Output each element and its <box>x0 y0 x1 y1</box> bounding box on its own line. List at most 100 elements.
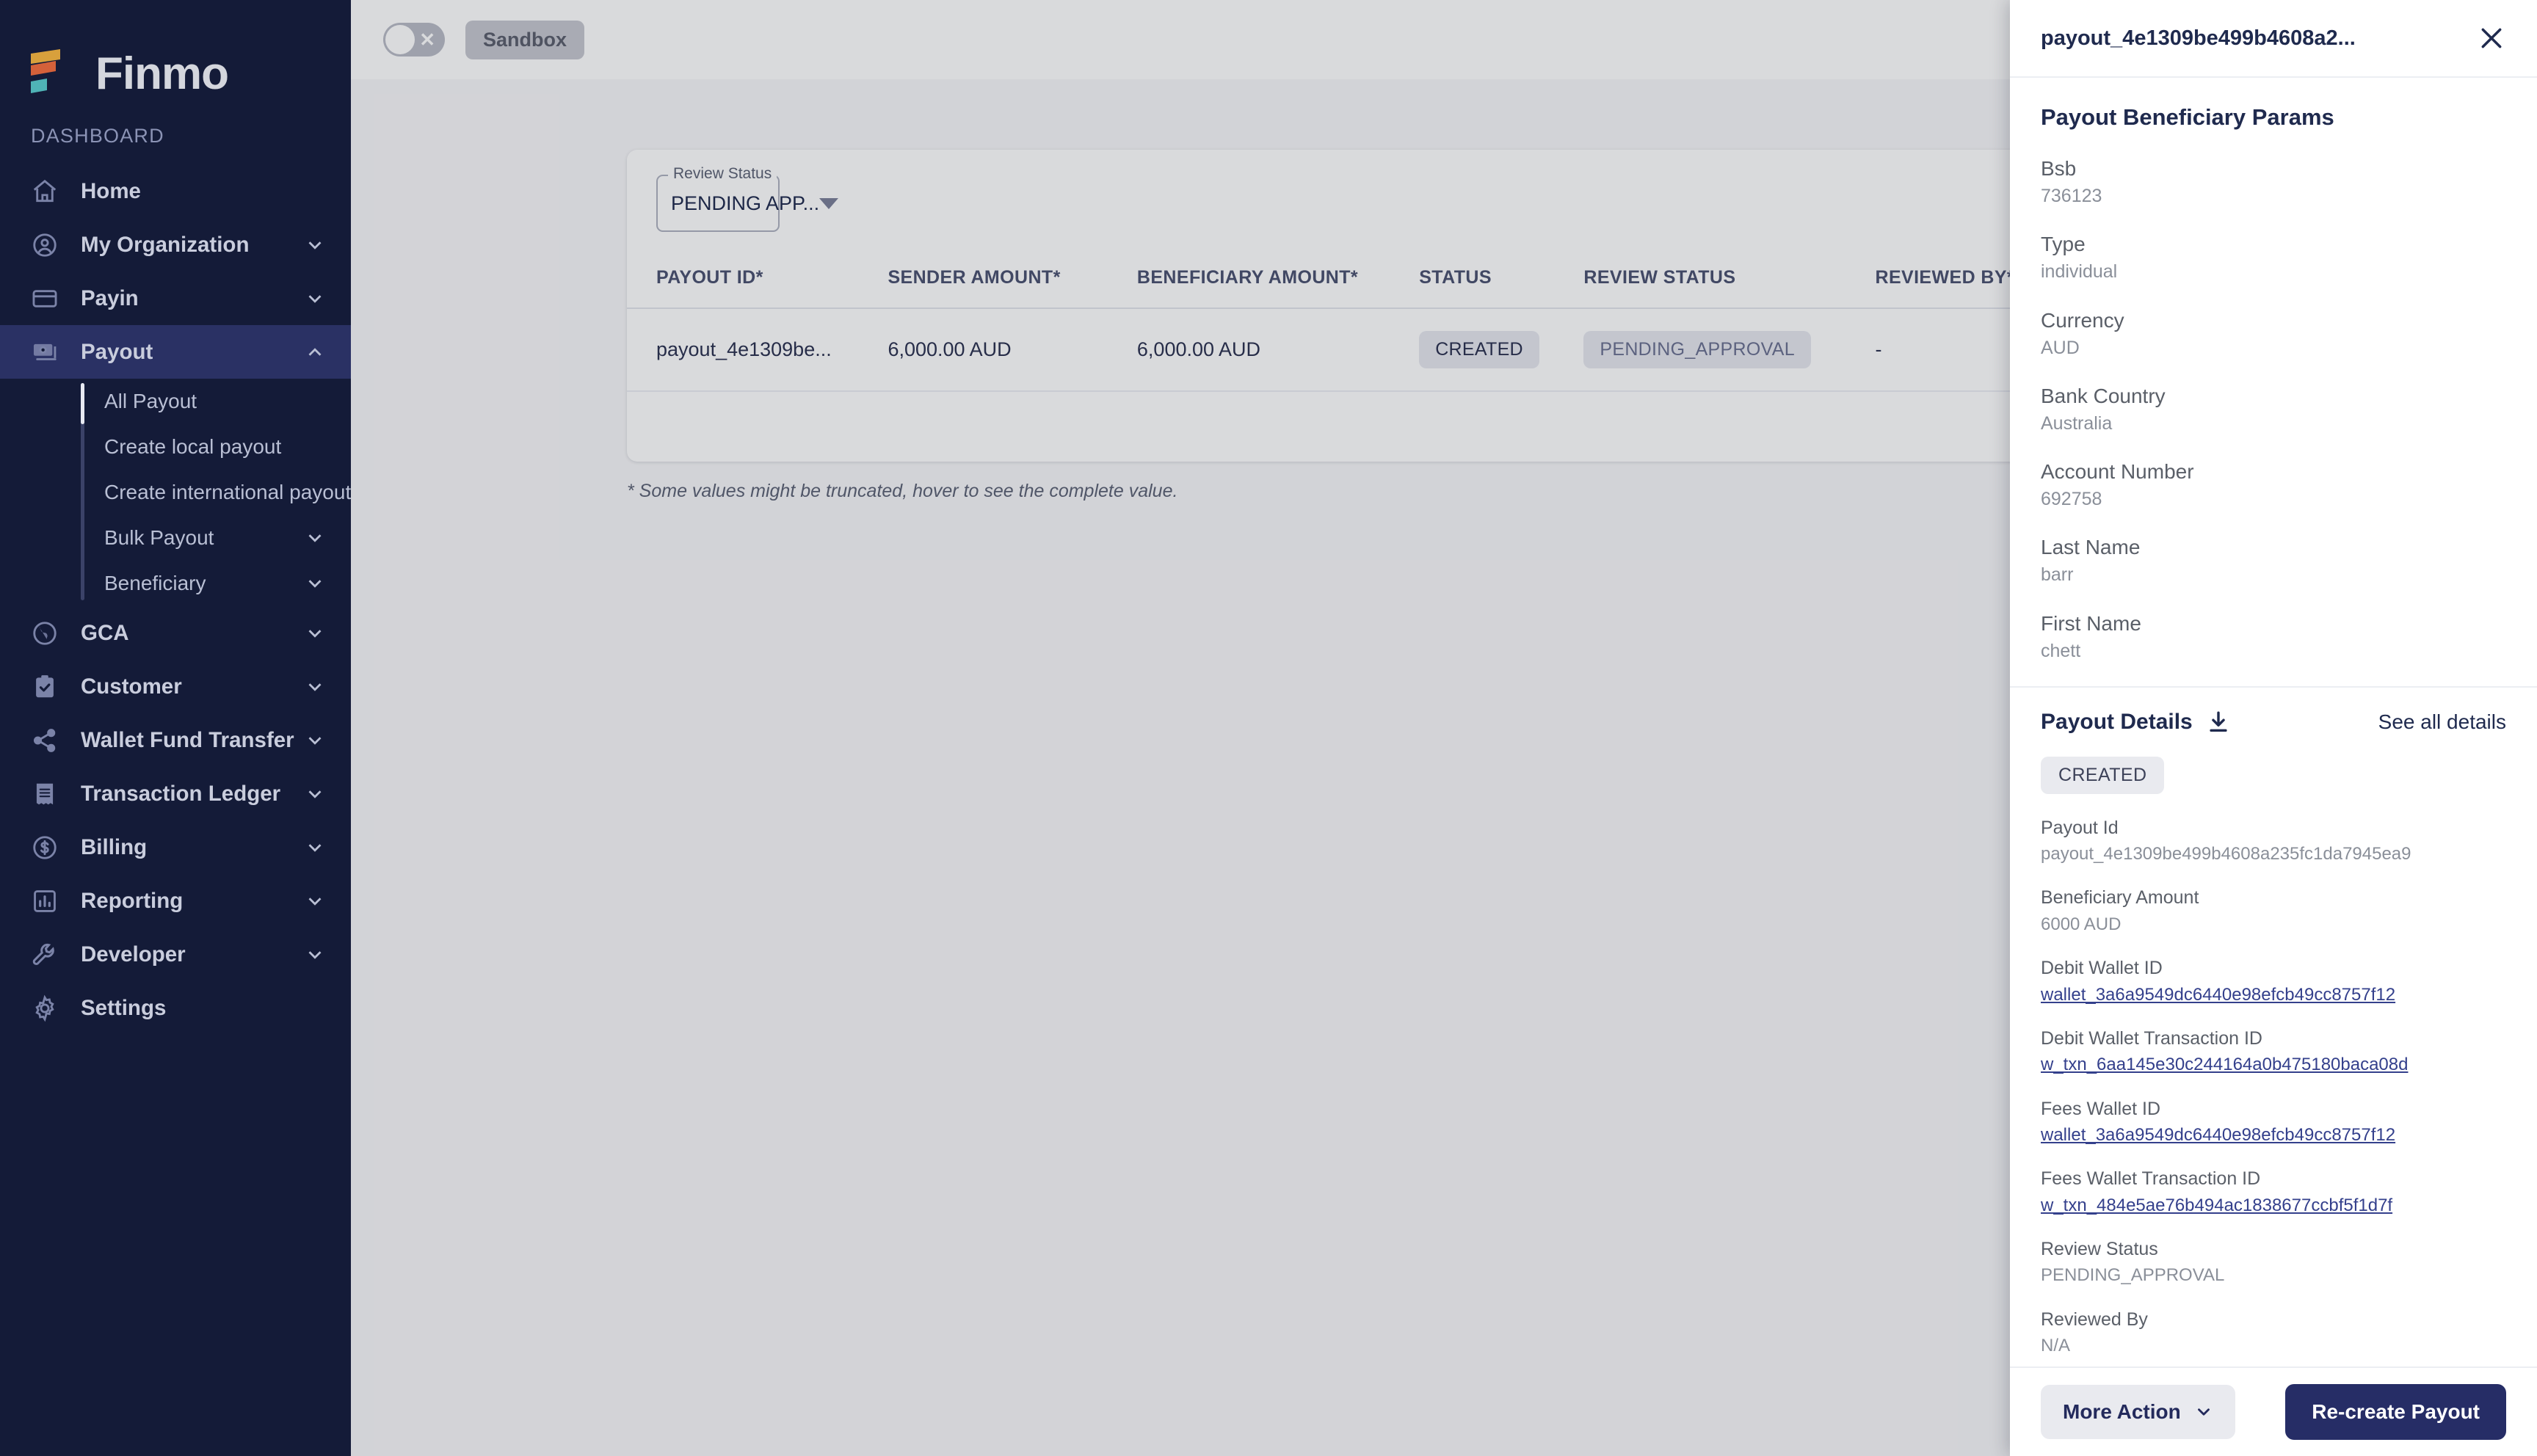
payout-detail-drawer: payout_4e1309be499b4608a2... Payout Bene… <box>2010 0 2537 1456</box>
field-first-name: First Name chett <box>2041 611 2506 663</box>
review-status-badge: PENDING_APPROVAL <box>1583 331 1811 368</box>
sidebar-item-label: Home <box>81 178 141 203</box>
detail-label: Debit Wallet Transaction ID <box>2041 1027 2262 1049</box>
sidebar-item-label: Wallet Fund Transfer <box>81 727 294 752</box>
drawer-title: payout_4e1309be499b4608a2... <box>2041 26 2356 50</box>
field-label: First Name <box>2041 611 2141 635</box>
sidebar-item-payin[interactable]: Payin <box>0 272 351 325</box>
sidebar-item-label: Settings <box>81 995 167 1020</box>
see-all-details-link[interactable]: See all details <box>2378 710 2506 734</box>
sidebar-item-customer[interactable]: Customer <box>0 660 351 713</box>
chevron-down-icon <box>304 622 326 644</box>
sidebar-section-label: DASHBOARD <box>31 125 164 147</box>
download-icon[interactable] <box>2206 710 2231 735</box>
sidebar-subitem-all-payout[interactable]: All Payout <box>0 379 351 424</box>
sidebar-subitem-beneficiary[interactable]: Beneficiary <box>0 561 351 606</box>
field-value: barr <box>2041 564 2074 586</box>
bar-chart-icon <box>28 884 62 918</box>
field-label: Bank Country <box>2041 384 2166 407</box>
re-create-payout-button[interactable]: Re-create Payout <box>2285 1384 2506 1440</box>
sidebar-item-settings[interactable]: Settings <box>0 981 351 1035</box>
payout-details-title: Payout Details <box>2041 709 2193 734</box>
share-icon <box>28 724 62 757</box>
sidebar-item-label: Developer <box>81 942 186 967</box>
detail-label: Beneficiary Amount <box>2041 887 2199 909</box>
payout-submenu: All Payout Create local payout Create in… <box>0 379 351 606</box>
beneficiary-params-title: Payout Beneficiary Params <box>2041 104 2334 130</box>
dollar-circle-icon <box>28 831 62 864</box>
column-header-sender-amount[interactable]: SENDER AMOUNT* <box>876 251 1125 309</box>
field-value: Australia <box>2041 412 2113 434</box>
cell-payout-id[interactable]: payout_4e1309be... <box>627 308 876 392</box>
detail-debit-wallet-transaction-id: Debit Wallet Transaction ID w_txn_6aa145… <box>2041 1027 2506 1077</box>
detail-value-link[interactable]: wallet_3a6a9549dc6440e98efcb49cc8757f12 <box>2041 983 2395 1006</box>
sidebar-item-transaction-ledger[interactable]: Transaction Ledger <box>0 767 351 820</box>
close-icon[interactable] <box>2477 23 2506 53</box>
sidebar-subitem-label: Create international payout <box>104 481 351 503</box>
chevron-down-icon <box>304 783 326 805</box>
field-account-number: Account Number 692758 <box>2041 459 2506 511</box>
sidebar-item-developer[interactable]: Developer <box>0 928 351 981</box>
toggle-knob <box>385 25 415 54</box>
sidebar-item-wallet-fund-transfer[interactable]: Wallet Fund Transfer <box>0 713 351 767</box>
detail-value: N/A <box>2041 1336 2071 1356</box>
detail-value: PENDING_APPROVAL <box>2041 1265 2225 1286</box>
field-bank-country: Bank Country Australia <box>2041 383 2506 435</box>
sidebar-item-label: Reporting <box>81 888 184 913</box>
column-header-status[interactable]: STATUS <box>1407 251 1572 309</box>
chevron-down-icon <box>304 729 326 751</box>
brand-logo[interactable]: Finmo <box>0 0 351 117</box>
detail-label: Fees Wallet Transaction ID <box>2041 1168 2261 1190</box>
column-header-payout-id[interactable]: PAYOUT ID* <box>627 251 876 309</box>
detail-debit-wallet-id: Debit Wallet ID wallet_3a6a9549dc6440e98… <box>2041 956 2506 1006</box>
review-status-label: Review Status <box>668 165 777 183</box>
sidebar-item-billing[interactable]: Billing <box>0 820 351 874</box>
sidebar-item-home[interactable]: Home <box>0 164 351 218</box>
detail-value-link[interactable]: w_txn_6aa145e30c244164a0b475180baca08d <box>2041 1053 2408 1076</box>
chevron-down-icon <box>304 944 326 966</box>
sidebar-subitem-label: Bulk Payout <box>104 526 214 549</box>
payout-detail-fields: Payout Id payout_4e1309be499b4608a235fc1… <box>2010 794 2537 1366</box>
field-currency: Currency AUD <box>2041 307 2506 360</box>
review-status-value: PENDING APP... <box>671 192 820 214</box>
detail-label: Fees Wallet ID <box>2041 1098 2161 1119</box>
detail-review-status: Review Status PENDING_APPROVAL <box>2041 1237 2506 1287</box>
more-action-button[interactable]: More Action <box>2041 1385 2235 1439</box>
detail-fees-wallet-id: Fees Wallet ID wallet_3a6a9549dc6440e98e… <box>2041 1097 2506 1147</box>
environment-toggle[interactable]: ✕ <box>383 23 445 57</box>
sidebar-subitem-label: All Payout <box>104 390 197 412</box>
field-last-name: Last Name barr <box>2041 534 2506 586</box>
detail-value-link[interactable]: w_txn_484e5ae76b494ac1838677ccbf5f1d7f <box>2041 1194 2392 1217</box>
card-icon <box>28 282 62 316</box>
detail-payout-id: Payout Id payout_4e1309be499b4608a235fc1… <box>2041 816 2506 866</box>
sidebar-subitem-create-international-payout[interactable]: Create international payout <box>0 470 351 515</box>
sidebar-subitem-create-local-payout[interactable]: Create local payout <box>0 424 351 470</box>
beneficiary-params-section: Payout Beneficiary Params Bsb 736123 Typ… <box>2010 78 2537 663</box>
receipt-icon <box>28 777 62 811</box>
detail-label: Reviewed By <box>2041 1308 2148 1330</box>
sidebar-item-gca[interactable]: GCA <box>0 606 351 660</box>
chevron-down-icon <box>2194 1402 2213 1422</box>
field-value: chett <box>2041 640 2081 661</box>
sidebar: Finmo DASHBOARD Home My Organization Pay… <box>0 0 351 1456</box>
column-header-beneficiary-amount[interactable]: BENEFICIARY AMOUNT* <box>1125 251 1408 309</box>
sidebar-item-reporting[interactable]: Reporting <box>0 874 351 928</box>
chevron-down-icon <box>304 527 326 549</box>
field-value: 736123 <box>2041 186 2102 206</box>
sidebar-item-my-organization[interactable]: My Organization <box>0 218 351 272</box>
sidebar-item-label: My Organization <box>81 232 250 257</box>
globe-icon <box>28 616 62 650</box>
sidebar-subitem-bulk-payout[interactable]: Bulk Payout <box>0 515 351 561</box>
sidebar-item-payout[interactable]: Payout <box>0 325 351 379</box>
detail-value: 6000 AUD <box>2041 914 2122 934</box>
detail-value-link[interactable]: wallet_3a6a9549dc6440e98efcb49cc8757f12 <box>2041 1124 2395 1146</box>
more-action-label: More Action <box>2063 1400 2181 1423</box>
review-status-select[interactable]: Review Status PENDING APP... <box>656 165 839 232</box>
sidebar-item-label: Transaction Ledger <box>81 781 281 806</box>
field-value: 692758 <box>2041 489 2102 509</box>
sidebar-item-label: Payout <box>81 339 153 364</box>
chevron-down-icon <box>304 234 326 256</box>
sidebar-item-label: Billing <box>81 834 148 859</box>
column-header-review-status[interactable]: REVIEW STATUS <box>1572 251 1864 309</box>
field-label: Last Name <box>2041 536 2141 559</box>
